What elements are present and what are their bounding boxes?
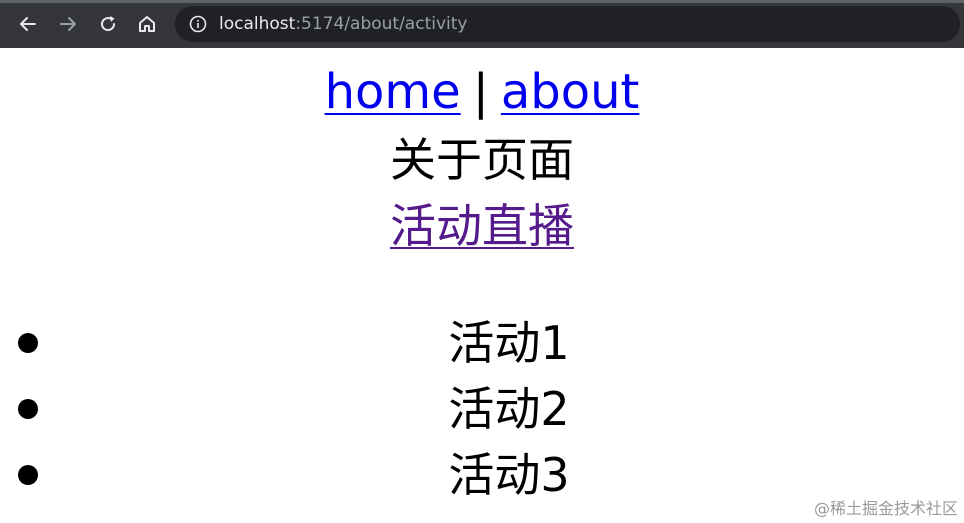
activity-list: 活动1 活动2 活动3 xyxy=(0,310,964,508)
bullet-icon xyxy=(18,333,38,353)
nav-separator: | xyxy=(472,64,489,120)
browser-toolbar: localhost:5174/about/activity xyxy=(0,0,964,48)
activity-label: 活动2 xyxy=(448,382,570,436)
home-link[interactable]: home xyxy=(325,64,461,120)
activity-link-row: 活动直播 xyxy=(0,196,964,256)
url-path: :5174/about/activity xyxy=(295,14,468,34)
activity-label: 活动3 xyxy=(448,448,570,502)
url-text[interactable]: localhost:5174/about/activity xyxy=(219,14,467,34)
address-bar[interactable]: localhost:5174/about/activity xyxy=(175,6,960,42)
home-icon xyxy=(139,16,155,32)
url-host: localhost xyxy=(219,14,296,34)
reload-icon xyxy=(101,16,116,32)
bullet-icon xyxy=(18,465,38,485)
page-title: 关于页面 xyxy=(390,133,574,187)
watermark: @稀土掘金技术社区 xyxy=(813,499,958,518)
page-content: home | about 关于页面 活动直播 活动1 活动2 活动3 @稀土掘金技术… xyxy=(0,48,964,523)
back-button[interactable] xyxy=(10,8,46,40)
info-icon[interactable] xyxy=(189,15,207,33)
bullet-icon xyxy=(18,399,38,419)
arrow-right-icon xyxy=(60,17,76,31)
list-item: 活动2 xyxy=(0,376,964,442)
top-nav: home | about xyxy=(0,62,964,122)
home-button[interactable] xyxy=(129,8,165,40)
activity-live-link[interactable]: 活动直播 xyxy=(390,199,574,253)
forward-button[interactable] xyxy=(50,8,86,40)
list-item: 活动1 xyxy=(0,310,964,376)
about-link[interactable]: about xyxy=(501,64,640,120)
reload-button[interactable] xyxy=(90,8,126,40)
arrow-left-icon xyxy=(20,17,36,31)
activity-label: 活动1 xyxy=(448,316,570,370)
